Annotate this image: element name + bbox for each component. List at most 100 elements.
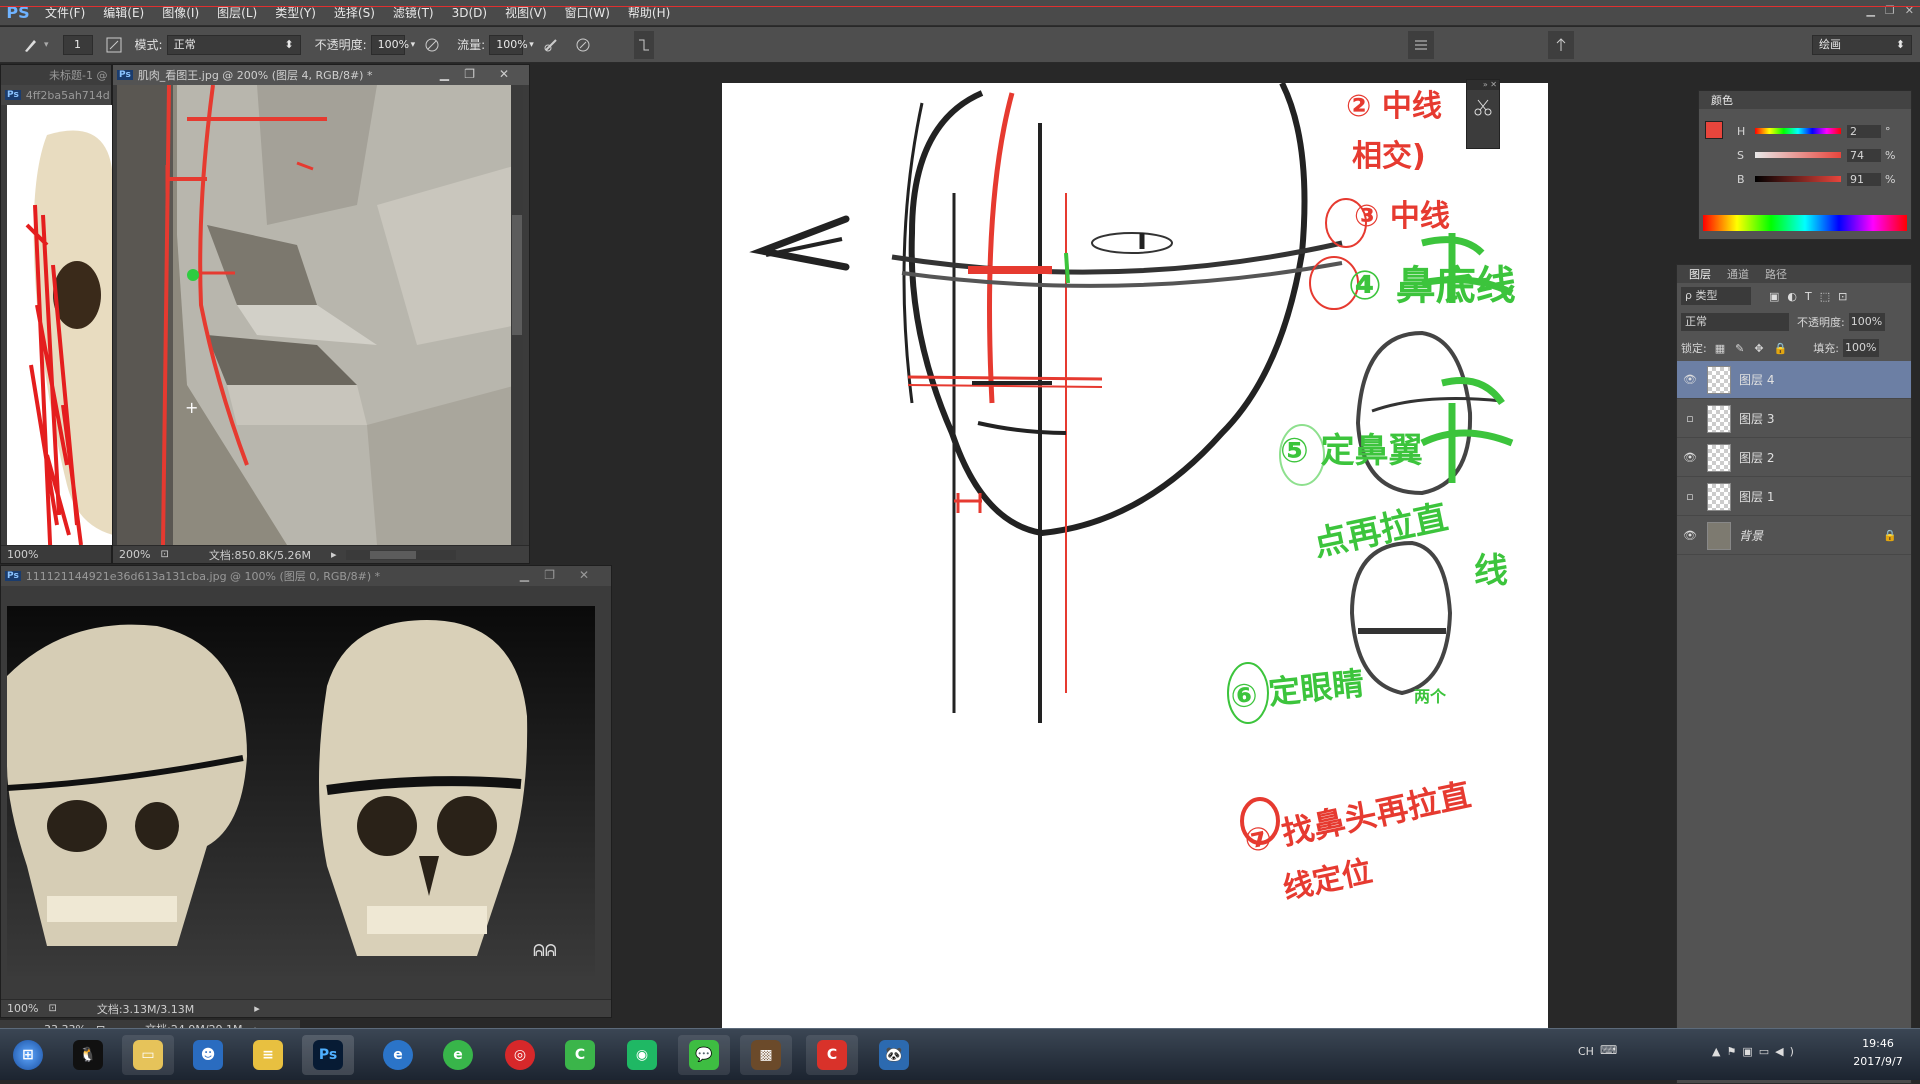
- minimize-icon[interactable]: ▁: [520, 568, 529, 582]
- b-value[interactable]: 91: [1847, 172, 1881, 186]
- airbrush-icon[interactable]: [540, 34, 562, 56]
- taskbar-recorder[interactable]: C: [806, 1035, 858, 1075]
- input-language[interactable]: CH: [1578, 1045, 1594, 1058]
- start-button[interactable]: ⊞: [2, 1035, 54, 1075]
- taskbar-iqiyi[interactable]: ◉: [616, 1035, 668, 1075]
- taskbar-qq2[interactable]: ☻: [182, 1035, 234, 1075]
- layer-name[interactable]: 背景: [1739, 527, 1763, 544]
- tool-preset-arrow-icon[interactable]: ▾: [44, 40, 49, 50]
- layer-name[interactable]: 图层 4: [1739, 371, 1774, 388]
- taskbar-qq[interactable]: 🐧: [62, 1035, 114, 1075]
- clock-time[interactable]: 19:46: [1838, 1037, 1918, 1050]
- menu-file[interactable]: 文件(F): [36, 0, 94, 26]
- tool-presets-icon[interactable]: [1548, 31, 1574, 59]
- restore-icon[interactable]: ❐: [464, 67, 475, 81]
- layer-row-2[interactable]: 👁 图层 2: [1677, 439, 1911, 477]
- tab-color[interactable]: 颜色: [1703, 92, 1741, 108]
- lock-icons[interactable]: ▦✎✥🔒: [1715, 342, 1798, 355]
- restore-icon[interactable]: ❐: [544, 568, 555, 582]
- flow-field[interactable]: 100%: [489, 34, 528, 55]
- workspace-select[interactable]: 绘画 ⬍: [1812, 35, 1912, 55]
- layer-name[interactable]: 图层 2: [1739, 449, 1774, 466]
- main-canvas[interactable]: ② 中线 相交) ③ 中线 ④ 鼻底线 ⑤ 定鼻翼 点再拉直 线 ⑥ 定眼睛 两…: [722, 83, 1548, 1045]
- clock-date[interactable]: 2017/9/7: [1838, 1055, 1918, 1068]
- layer-row-1[interactable]: ▫ 图层 1: [1677, 478, 1911, 516]
- blend-mode-select[interactable]: 正常: [1681, 313, 1789, 331]
- mode-select[interactable]: 正常 ⬍: [166, 34, 301, 55]
- tray-icons[interactable]: ▲⚑▣▭◀): [1712, 1045, 1800, 1058]
- doc-tab-muscle[interactable]: Ps 肌肉_看图王.jpg @ 200% (图层 4, RGB/8#) * ▁ …: [113, 65, 529, 85]
- scrollbar-thumb[interactable]: [370, 550, 417, 559]
- doc-sub-tab[interactable]: Ps 4ff2ba5ah714d: [1, 85, 111, 105]
- taskbar-photoshop[interactable]: Ps: [302, 1035, 354, 1075]
- color-spectrum-ramp[interactable]: [1703, 215, 1907, 231]
- layer-name[interactable]: 图层 1: [1739, 488, 1774, 505]
- layer-filter-icons[interactable]: ▣◐T⬚⊡: [1769, 290, 1855, 303]
- tab-layers[interactable]: 图层: [1681, 266, 1719, 282]
- b-slider[interactable]: [1755, 176, 1841, 182]
- taskbar-music[interactable]: ◎: [494, 1035, 546, 1075]
- s-slider[interactable]: [1755, 152, 1841, 158]
- history-panel-icon[interactable]: [633, 30, 654, 59]
- horizontal-scrollbar[interactable]: [346, 549, 457, 560]
- pressure-opacity-icon[interactable]: [421, 34, 443, 56]
- layer-opacity-field[interactable]: 100%: [1848, 313, 1885, 331]
- flow-arrow-icon[interactable]: ▾: [529, 40, 534, 50]
- zoom-level[interactable]: 100%: [7, 1002, 38, 1015]
- zoom-level[interactable]: 100%: [7, 548, 38, 561]
- menu-help[interactable]: 帮助(H): [619, 0, 679, 26]
- eye-hidden-icon[interactable]: ▫: [1677, 490, 1703, 503]
- layer-filter-select[interactable]: ρ 类型: [1681, 287, 1751, 305]
- eye-hidden-icon[interactable]: ▫: [1677, 412, 1703, 425]
- eye-icon[interactable]: 👁: [1677, 529, 1703, 542]
- fill-field[interactable]: 100%: [1842, 339, 1879, 357]
- menu-edit[interactable]: 编辑(E): [94, 0, 153, 26]
- status-menu-icon[interactable]: ⊡: [48, 1003, 56, 1014]
- taskbar-panda[interactable]: 🐼: [868, 1035, 920, 1075]
- tab-channels[interactable]: 通道: [1719, 266, 1757, 282]
- properties-panel-icon[interactable]: [1408, 31, 1434, 59]
- menu-select[interactable]: 选择(S): [325, 0, 384, 26]
- tab-paths[interactable]: 路径: [1757, 266, 1795, 282]
- foreground-swatch[interactable]: [1705, 121, 1723, 139]
- doc-window-muscle[interactable]: Ps 肌肉_看图王.jpg @ 200% (图层 4, RGB/8#) * ▁ …: [112, 64, 530, 564]
- taskbar-notepad[interactable]: ≡: [242, 1035, 294, 1075]
- layer-row-4[interactable]: 👁 图层 4: [1677, 361, 1911, 399]
- zoom-level[interactable]: 200%: [119, 548, 150, 561]
- layer-row-background[interactable]: 👁 背景 🔒: [1677, 517, 1911, 555]
- status-arrow-icon[interactable]: ▸: [331, 548, 337, 561]
- h-slider[interactable]: [1755, 128, 1841, 134]
- doc-window-untitled[interactable]: 未标题-1 @ Ps 4ff2ba5ah714d 100%: [0, 64, 113, 564]
- pressure-size-icon[interactable]: [572, 34, 594, 56]
- scissors-tool-icon[interactable]: [1472, 96, 1494, 118]
- doc-tab-skulls[interactable]: Ps 111121144921e36d613a131cba.jpg @ 100%…: [1, 566, 611, 586]
- taskbar-camtasia[interactable]: C: [554, 1035, 606, 1075]
- menu-layer[interactable]: 图层(L): [208, 0, 266, 26]
- close-icon[interactable]: ✕: [499, 67, 509, 81]
- menu-3d[interactable]: 3D(D): [443, 0, 496, 26]
- doc-tab-untitled[interactable]: 未标题-1 @: [1, 65, 111, 85]
- eye-icon[interactable]: 👁: [1677, 373, 1703, 386]
- menu-type[interactable]: 类型(Y): [266, 0, 325, 26]
- layer-row-3[interactable]: ▫ 图层 3: [1677, 400, 1911, 438]
- vertical-scrollbar[interactable]: [511, 85, 523, 545]
- keyboard-icon[interactable]: ⌨: [1600, 1043, 1617, 1057]
- brush-size-field[interactable]: 1: [62, 34, 93, 55]
- taskbar-image-viewer[interactable]: ▩: [740, 1035, 792, 1075]
- eye-icon[interactable]: 👁: [1677, 451, 1703, 464]
- menu-image[interactable]: 图像(I): [153, 0, 208, 26]
- taskbar-browser-e[interactable]: e: [372, 1035, 424, 1075]
- opacity-arrow-icon[interactable]: ▾: [411, 40, 416, 50]
- h-value[interactable]: 2: [1847, 124, 1881, 138]
- brush-panel-icon[interactable]: [103, 34, 125, 56]
- opacity-field[interactable]: 100%: [370, 34, 409, 55]
- s-value[interactable]: 74: [1847, 148, 1881, 162]
- doc-window-skulls[interactable]: Ps 111121144921e36d613a131cba.jpg @ 100%…: [0, 565, 612, 1018]
- menu-window[interactable]: 窗口(W): [556, 0, 619, 26]
- taskbar-explorer[interactable]: ▭: [122, 1035, 174, 1075]
- panel-collapse-icon[interactable]: » ✕: [1467, 80, 1499, 90]
- layer-name[interactable]: 图层 3: [1739, 410, 1774, 427]
- status-arrow-icon[interactable]: ▸: [254, 1002, 260, 1015]
- taskbar-360[interactable]: e: [432, 1035, 484, 1075]
- scrollbar-thumb[interactable]: [512, 215, 522, 335]
